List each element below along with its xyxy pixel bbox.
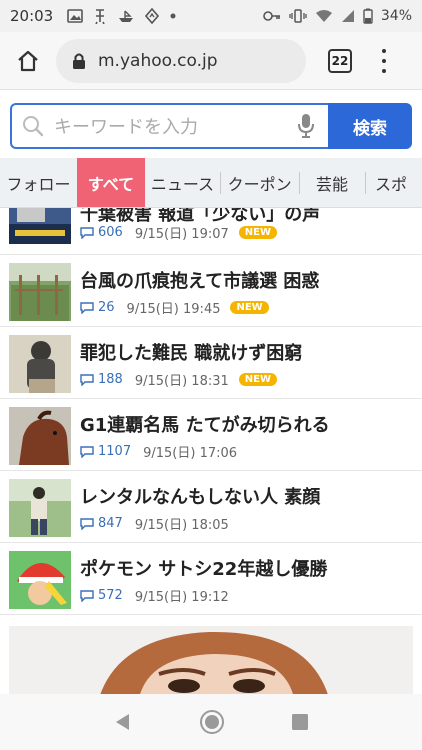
transit-icon xyxy=(95,9,105,24)
news-thumbnail xyxy=(9,335,71,393)
new-badge: NEW xyxy=(230,301,269,314)
news-meta: 847 9/15(日) 18:05 xyxy=(80,514,239,533)
comment-icon xyxy=(80,445,94,458)
news-title: G1連覇名馬 たてがみ切られる xyxy=(80,415,330,436)
lock-icon xyxy=(73,53,85,69)
tab-follow[interactable]: フォロー xyxy=(0,158,77,207)
photo-icon xyxy=(67,9,84,23)
key-icon xyxy=(263,11,280,21)
category-tabs: フォロー すべて ニュース クーポン 芸能 スポ xyxy=(0,158,422,208)
comment-icon xyxy=(80,301,94,314)
search-placeholder: キーワードを入力 xyxy=(54,117,198,138)
news-meta: 606 9/15(日) 19:07 NEW xyxy=(80,223,277,242)
home-icon xyxy=(18,50,38,71)
news-item[interactable]: 罪犯した難民 職就けず困窮 188 9/15(日) 18:31 NEW xyxy=(0,327,422,399)
url-text: m.yahoo.co.jp xyxy=(98,50,218,71)
comment-count: 1107 xyxy=(98,444,132,459)
news-title: ポケモン サトシ22年越し優勝 xyxy=(80,559,328,580)
home-button[interactable] xyxy=(10,43,46,79)
address-bar[interactable]: m.yahoo.co.jp xyxy=(56,38,306,83)
news-item[interactable]: ポケモン サトシ22年越し優勝 572 9/15(日) 19:12 xyxy=(0,543,422,615)
status-system-icons: 34% xyxy=(263,8,412,24)
news-meta: 26 9/15(日) 19:45 NEW xyxy=(80,298,269,317)
status-notification-icons xyxy=(67,8,177,24)
dot-icon xyxy=(170,13,176,19)
boat-icon xyxy=(119,10,134,22)
comment-icon xyxy=(80,517,94,530)
tab-coupon[interactable]: クーポン xyxy=(220,158,299,207)
news-date: 9/15(日) 19:45 xyxy=(126,302,221,317)
menu-dot xyxy=(382,48,386,53)
tab-sports[interactable]: スポ xyxy=(364,158,422,207)
news-thumbnail xyxy=(9,551,71,609)
signal-icon xyxy=(341,10,354,22)
back-icon[interactable] xyxy=(113,712,133,732)
battery-icon xyxy=(363,8,373,24)
news-item[interactable]: G1連覇名馬 たてがみ切られる 1107 9/15(日) 17:06 xyxy=(0,399,422,471)
new-badge: NEW xyxy=(238,373,277,386)
search-icon xyxy=(23,116,44,137)
comment-count: 606 xyxy=(98,225,123,240)
comment-count: 572 xyxy=(98,588,123,603)
comment-count: 188 xyxy=(98,372,123,387)
news-list: 千葉被害 報道「少ない」の声 606 9/15(日) 19:07 NEW 台風の… xyxy=(0,208,422,615)
news-thumbnail xyxy=(9,263,71,321)
search-button[interactable]: 検索 xyxy=(328,103,412,149)
status-time: 20:03 xyxy=(10,7,54,25)
wifi-icon xyxy=(315,10,332,22)
news-date: 9/15(日) 18:05 xyxy=(134,518,229,533)
news-title: レンタルなんもしない人 素顔 xyxy=(80,487,321,508)
system-nav-bar xyxy=(0,694,422,750)
battery-percent: 34% xyxy=(380,8,412,24)
comment-count: 26 xyxy=(98,300,115,315)
menu-dot xyxy=(382,68,386,73)
news-title: 台風の爪痕抱えて市議選 困惑 xyxy=(80,271,320,292)
news-thumbnail xyxy=(9,479,71,537)
search-area: キーワードを入力 検索 xyxy=(0,90,422,158)
vibrate-icon xyxy=(289,9,307,23)
comment-icon xyxy=(80,589,94,602)
tab-all[interactable]: すべて xyxy=(77,158,145,207)
menu-dot xyxy=(382,58,386,63)
navigation-icon xyxy=(145,8,160,24)
comment-icon xyxy=(80,226,94,239)
news-title: 罪犯した難民 職就けず困窮 xyxy=(80,343,303,364)
new-badge: NEW xyxy=(238,226,277,239)
tab-entertainment[interactable]: 芸能 xyxy=(299,158,365,207)
news-thumbnail xyxy=(9,208,71,244)
recents-icon[interactable] xyxy=(291,713,309,731)
home-nav-icon[interactable] xyxy=(199,709,225,735)
news-date: 9/15(日) 18:31 xyxy=(134,374,229,389)
news-date: 9/15(日) 19:07 xyxy=(134,227,229,242)
tab-news[interactable]: ニュース xyxy=(145,158,220,207)
news-date: 9/15(日) 19:12 xyxy=(134,590,229,605)
news-item[interactable]: レンタルなんもしない人 素顔 847 9/15(日) 18:05 xyxy=(0,471,422,543)
overflow-menu-button[interactable] xyxy=(374,46,394,76)
feature-photo xyxy=(9,626,413,698)
search-input[interactable]: キーワードを入力 xyxy=(10,103,328,149)
news-item[interactable]: 台風の爪痕抱えて市議選 困惑 26 9/15(日) 19:45 NEW xyxy=(0,255,422,327)
news-thumbnail xyxy=(9,407,71,465)
news-meta: 572 9/15(日) 19:12 xyxy=(80,586,239,605)
comment-icon xyxy=(80,373,94,386)
tab-switcher-button[interactable]: 22 xyxy=(328,48,352,73)
comment-count: 847 xyxy=(98,516,123,531)
status-bar: 20:03 34% xyxy=(0,0,422,32)
news-date: 9/15(日) 17:06 xyxy=(143,446,238,461)
news-meta: 188 9/15(日) 18:31 NEW xyxy=(80,370,277,389)
browser-toolbar: m.yahoo.co.jp 22 xyxy=(0,32,422,90)
news-meta: 1107 9/15(日) 17:06 xyxy=(80,442,247,461)
news-item[interactable]: 千葉被害 報道「少ない」の声 606 9/15(日) 19:07 NEW xyxy=(0,208,422,255)
feature-image[interactable] xyxy=(9,626,413,698)
microphone-icon[interactable] xyxy=(298,113,314,139)
